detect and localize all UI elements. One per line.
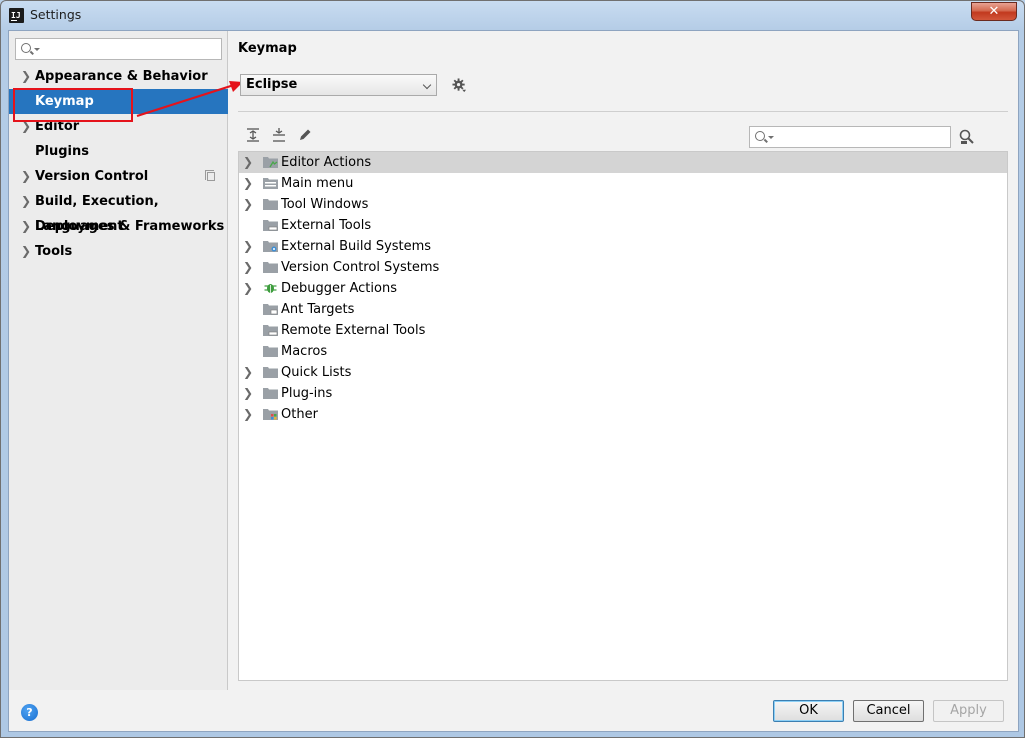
folder-icon: [263, 346, 278, 357]
cancel-button[interactable]: Cancel: [853, 700, 924, 722]
tree-row-macros[interactable]: Macros: [239, 341, 1007, 362]
gear-icon[interactable]: [452, 78, 467, 93]
editor-actions-folder-icon: [263, 157, 278, 168]
external-tools-folder-icon: [263, 220, 278, 231]
tree-row-label: External Tools: [281, 218, 372, 233]
tree-row-external-build-systems[interactable]: ❯ External Build Systems: [239, 236, 1007, 257]
tree-row-label: Debugger Actions: [281, 281, 397, 296]
collapse-all-icon[interactable]: [271, 127, 287, 143]
tree-row-label: Tool Windows: [281, 197, 369, 212]
chevron-right-icon[interactable]: ❯: [243, 257, 253, 278]
keymap-action-tree[interactable]: ❯ Editor Actions ❯ Main menu ❯ Tool Wind…: [238, 151, 1008, 681]
chevron-right-icon[interactable]: ❯: [21, 214, 31, 239]
settings-search-input[interactable]: [15, 38, 222, 60]
tree-row-label: Ant Targets: [281, 302, 355, 317]
tree-row-label: Macros: [281, 344, 328, 359]
edit-pencil-icon[interactable]: [297, 127, 313, 143]
tree-row-quick-lists[interactable]: ❯ Quick Lists: [239, 362, 1007, 383]
sidebar-item-tools[interactable]: ❯ Tools: [9, 239, 228, 264]
bug-icon: [264, 284, 277, 293]
expand-all-icon[interactable]: [245, 127, 261, 143]
annotation-highlight-box: [13, 88, 133, 122]
search-icon: [755, 131, 765, 141]
annotation-arrow: [136, 81, 243, 118]
tree-row-editor-actions[interactable]: ❯ Editor Actions: [239, 152, 1007, 173]
find-by-shortcut-icon[interactable]: [958, 128, 976, 146]
folder-icon: [263, 388, 278, 399]
ant-folder-icon: [263, 304, 278, 315]
intellij-app-icon: IJ: [9, 8, 24, 23]
chevron-right-icon[interactable]: ❯: [21, 239, 31, 264]
chevron-right-icon[interactable]: ❯: [243, 152, 253, 173]
folder-icon: [263, 367, 278, 378]
project-settings-icon: [205, 170, 215, 181]
shortcut-search-input[interactable]: [749, 126, 951, 148]
tree-row-label: Quick Lists: [281, 365, 352, 380]
tree-row-label: Remote External Tools: [281, 323, 426, 338]
chevron-right-icon[interactable]: ❯: [21, 64, 31, 89]
chevron-right-icon[interactable]: ❯: [243, 404, 253, 425]
sidebar-item-build-execution-deployment[interactable]: ❯ Build, Execution, Deployment: [9, 189, 228, 234]
chevron-right-icon[interactable]: ❯: [243, 194, 253, 215]
folder-icon: [263, 199, 278, 210]
sidebar-item-label: Languages & Frameworks: [35, 219, 225, 234]
tree-row-label: Other: [281, 407, 318, 422]
tree-row-debugger-actions[interactable]: ❯ Debugger Actions: [239, 278, 1007, 299]
settings-sidebar: ❯ Appearance & Behavior Keymap ❯ Editor …: [9, 31, 228, 690]
sidebar-item-label: Plugins: [35, 144, 89, 159]
keymap-select-value: Eclipse: [246, 77, 298, 92]
window-title: Settings: [30, 7, 82, 22]
title-bar[interactable]: IJ Settings ✕: [1, 1, 1024, 29]
chevron-right-icon[interactable]: ❯: [243, 173, 253, 194]
build-systems-folder-icon: [263, 241, 278, 252]
search-options-dropdown-icon[interactable]: [768, 136, 774, 139]
chevron-right-icon[interactable]: ❯: [243, 383, 253, 404]
sidebar-item-languages-frameworks[interactable]: ❯ Languages & Frameworks: [9, 214, 228, 239]
tree-row-label: External Build Systems: [281, 239, 432, 254]
sidebar-item-version-control[interactable]: ❯ Version Control: [9, 164, 228, 189]
divider: [238, 111, 1008, 112]
close-button[interactable]: ✕: [971, 2, 1017, 21]
external-tools-folder-icon: [263, 325, 278, 336]
tree-row-tool-windows[interactable]: ❯ Tool Windows: [239, 194, 1007, 215]
tree-row-remote-external-tools[interactable]: Remote External Tools: [239, 320, 1007, 341]
folder-icon: [263, 262, 278, 273]
page-title: Keymap: [238, 41, 297, 56]
settings-window: IJ Settings ✕ ❯ Appearance & Behavior Ke…: [0, 0, 1025, 738]
tree-row-external-tools[interactable]: External Tools: [239, 215, 1007, 236]
help-icon[interactable]: ?: [21, 704, 38, 721]
chevron-right-icon[interactable]: ❯: [21, 189, 31, 214]
keymap-select[interactable]: Eclipse: [240, 74, 437, 96]
tree-row-label: Main menu: [281, 176, 354, 191]
tree-row-ant-targets[interactable]: Ant Targets: [239, 299, 1007, 320]
search-icon: [21, 43, 31, 53]
sidebar-item-label: Version Control: [35, 169, 149, 184]
sidebar-item-plugins[interactable]: Plugins: [9, 139, 228, 164]
tree-row-plug-ins[interactable]: ❯ Plug-ins: [239, 383, 1007, 404]
tree-row-other[interactable]: ❯ Other: [239, 404, 1007, 425]
tree-row-label: Plug-ins: [281, 386, 333, 401]
chevron-down-icon: [422, 80, 432, 90]
tree-row-label: Editor Actions: [281, 155, 372, 170]
ok-button[interactable]: OK: [773, 700, 844, 722]
settings-dialog-body: ❯ Appearance & Behavior Keymap ❯ Editor …: [8, 30, 1019, 732]
menu-folder-icon: [263, 178, 278, 189]
chevron-right-icon[interactable]: ❯: [243, 236, 253, 257]
chevron-right-icon[interactable]: ❯: [243, 362, 253, 383]
chevron-right-icon[interactable]: ❯: [21, 164, 31, 189]
tree-row-main-menu[interactable]: ❯ Main menu: [239, 173, 1007, 194]
tree-row-version-control-systems[interactable]: ❯ Version Control Systems: [239, 257, 1007, 278]
search-options-dropdown-icon[interactable]: [34, 48, 40, 51]
apply-button[interactable]: Apply: [933, 700, 1004, 722]
sidebar-item-label: Tools: [35, 244, 73, 259]
other-folder-icon: [263, 409, 278, 420]
tree-row-label: Version Control Systems: [281, 260, 440, 275]
chevron-right-icon[interactable]: ❯: [243, 278, 253, 299]
